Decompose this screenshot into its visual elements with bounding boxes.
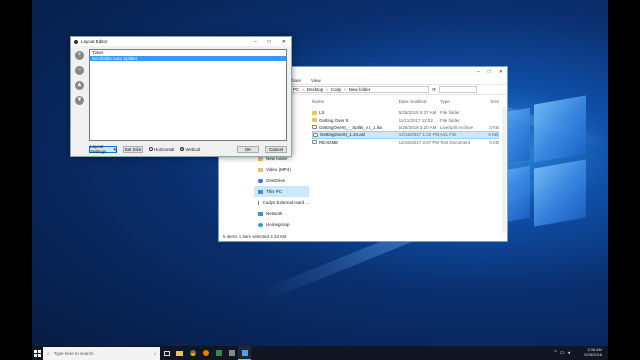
component-toolbar: + − ▲ ▼ [75,51,84,105]
cancel-button[interactable]: Cancel [265,145,287,153]
pc-icon [258,189,263,194]
radio-selected-icon [180,147,185,151]
folder-icon [258,167,263,172]
move-down-button[interactable]: ▼ [75,96,84,105]
microphone-icon[interactable]: ♪ [154,351,156,356]
close-icon[interactable]: ✕ [282,39,286,45]
file-icon [313,132,318,137]
volume-icon[interactable]: ◂ [567,350,570,356]
move-up-button[interactable]: ▲ [75,81,84,90]
vertical-radio[interactable]: Vertical [180,147,200,152]
folder-icon [312,110,317,115]
file-row[interactable]: GettingOverIt_-_Splits_v.r_1.lss 5/28/20… [312,124,499,131]
file-row[interactable]: Getting Over It 11/11/2017 12:52 ... Fil… [312,116,499,123]
component-list[interactable]: Timer Scrollable Auto Splitter [89,49,287,141]
refresh-icon[interactable]: ⟳ [432,87,436,93]
column-name[interactable]: Name [312,99,399,104]
editor-bottom-bar: Layout Settings Set Size Horizontal Vert… [89,144,287,154]
homegroup-icon [258,222,263,227]
folder-icon [258,156,263,161]
nav-item-homegroup[interactable]: Homegroup [254,219,309,230]
maximize-icon[interactable]: □ [268,39,271,45]
media-player-taskbar-icon[interactable] [199,346,212,360]
task-view-icon[interactable] [160,346,173,360]
editor-titlebar[interactable]: Layout Editor – □ ✕ [71,37,291,46]
chrome-taskbar-icon[interactable] [186,346,199,360]
layout-editor-taskbar-icon[interactable] [238,346,251,360]
navigation-pane: New folder Video (MP4) OneDrive This PC … [254,153,309,230]
clock[interactable]: 3:38 AM 5/28/2018 [584,347,602,357]
cloud-icon [258,178,263,183]
close-icon[interactable]: ✕ [499,69,503,75]
breadcrumb-item[interactable]: New folder [349,87,371,92]
search-placeholder: Type here to search [53,350,94,356]
file-row-selected[interactable]: GettingOverIt_1.34.asl 12/16/2017 1:32 P… [312,131,499,139]
add-component-button[interactable]: + [75,51,84,60]
radio-icon [149,147,153,151]
network-icon[interactable]: ▭ [560,350,565,356]
wallpaper-logo-pane [534,95,586,163]
file-explorer-taskbar-icon[interactable] [173,346,186,360]
column-size[interactable]: Size [479,99,499,104]
breadcrumb[interactable]: This PC› Desktop› Cody› New folder [279,86,430,93]
nav-item-onedrive[interactable]: OneDrive [254,175,309,186]
file-row[interactable]: README 12/16/2017 3:07 PM Text Document … [312,139,499,146]
file-icon [312,140,317,145]
vertical-scrollbar[interactable] [502,107,506,233]
breadcrumb-item[interactable]: Desktop [307,87,324,92]
remove-component-button[interactable]: − [75,66,84,75]
nav-item-this-pc[interactable]: This PC [254,186,309,197]
column-headers: Name Date modified Type Size [312,99,499,104]
windows-logo-icon [34,349,41,357]
column-type[interactable]: Type [440,99,479,104]
taskbar-search[interactable]: ○ Type here to search ♪ [43,346,160,360]
app-taskbar-icon[interactable] [212,346,225,360]
file-list: LS 5/28/2018 5:37 AM File folder Getting… [312,109,499,146]
taskbar: ○ Type here to search ♪ ^ ▭ ◂ 3:38 AM 5/… [32,346,608,360]
breadcrumb-item[interactable]: Cody [331,87,342,92]
layout-editor-window: Layout Editor – □ ✕ + − ▲ ▼ Timer Scroll… [70,36,292,157]
ok-button[interactable]: OK [237,145,259,153]
nav-item-network[interactable]: Network [254,208,309,219]
livesplit-taskbar-icon[interactable] [225,346,238,360]
tab-view[interactable]: View [311,78,321,83]
search-input[interactable] [439,86,478,93]
nav-item-external-drive[interactable]: Codys External Hard ... [254,197,309,208]
clock-date: 5/28/2018 [584,352,602,357]
window-title: Layout Editor [81,39,108,44]
folder-icon [312,118,317,123]
desktop: – □ ✕ Share View ← → ↑ This PC› Desktop›… [32,0,608,360]
nav-item-video[interactable]: Video (MP4) [254,164,309,175]
status-bar: 5 items 1 item selected 4.33 KB [223,234,287,239]
search-icon: ○ [47,350,50,356]
wallpaper-logo-pane [534,159,586,227]
chevron-up-icon[interactable]: ^ [554,350,556,356]
file-row[interactable]: LS 5/28/2018 5:37 AM File folder [312,109,499,116]
system-tray: ^ ▭ ◂ [554,350,570,356]
maximize-icon[interactable]: □ [488,69,491,75]
mouse-cursor-icon: ↖ [113,148,119,154]
file-icon [312,125,317,130]
livesplit-icon [74,39,78,44]
set-size-button[interactable]: Set Size [123,145,143,153]
minimize-icon[interactable]: – [477,69,480,75]
horizontal-radio[interactable]: Horizontal [149,147,174,152]
start-button[interactable] [32,346,43,360]
network-icon [258,211,263,216]
minimize-icon[interactable]: – [254,39,257,45]
list-item-selected[interactable]: Scrollable Auto Splitter [90,55,286,61]
column-date[interactable]: Date modified [399,99,440,104]
drive-icon [258,200,260,205]
